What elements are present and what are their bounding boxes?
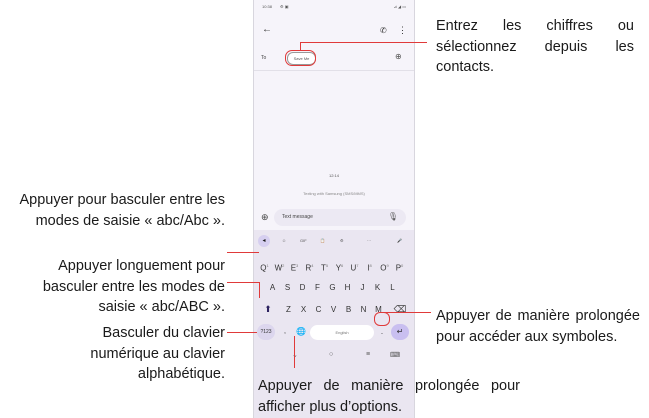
date-label: 12:14 — [328, 173, 339, 178]
mic-icon[interactable]: 🎙 — [388, 212, 398, 221]
annotation-shift-tap: Appuyer pour basculer entre les modes de… — [19, 192, 225, 229]
leader-top — [300, 42, 427, 43]
to-label: To — [261, 55, 267, 61]
phone-icon[interactable]: ✆ — [380, 26, 387, 35]
key-e[interactable]: E3 — [287, 258, 302, 273]
key-d[interactable]: D — [295, 280, 310, 295]
key-y[interactable]: Y6 — [332, 258, 347, 273]
key-row-2: A S D F G H J K L — [257, 280, 411, 297]
key-l[interactable]: L — [385, 280, 400, 295]
key-z[interactable]: Z — [281, 302, 296, 317]
key-i[interactable]: I8 — [362, 258, 377, 273]
leader-left-2-vertical — [259, 282, 260, 298]
phone-screen: 10:38 ⚙ ▣ ⊿ ◢ ▭ ← ✆ ⋮ To Save Me ⊕ 12:14… — [253, 0, 415, 418]
more-tools-icon[interactable]: ··· — [367, 238, 371, 243]
compose-field[interactable]: Text message 🎙 — [274, 209, 406, 226]
period-key[interactable]: . — [377, 324, 387, 339]
annotation-period-key: Appuyer de manière prolongée pour accéde… — [436, 308, 640, 345]
key-t[interactable]: T5 — [317, 258, 332, 273]
key-q[interactable]: Q1 — [257, 258, 272, 273]
clipboard-icon[interactable]: 📋 — [320, 238, 325, 243]
key-o[interactable]: O9 — [377, 258, 392, 273]
key-a[interactable]: A — [265, 280, 280, 295]
status-battery-icon: ⊿ ◢ ▭ — [393, 4, 406, 9]
add-attachment-icon[interactable]: ⊕ — [261, 212, 269, 223]
add-contact-icon[interactable]: ⊕ — [395, 52, 402, 61]
key-u[interactable]: U7 — [347, 258, 362, 273]
key-w[interactable]: W2 — [272, 258, 287, 273]
key-h[interactable]: H — [340, 280, 355, 295]
nav-home-icon[interactable]: ○ — [329, 351, 333, 358]
key-c[interactable]: C — [311, 302, 326, 317]
keyboard-collapse-icon[interactable]: ◂ — [258, 235, 270, 247]
key-g[interactable]: G — [325, 280, 340, 295]
annotation-recipient: Entrez les chiffres ou sélectionnez depu… — [436, 18, 634, 75]
more-options-icon[interactable]: ⋮ — [398, 25, 407, 36]
key-p[interactable]: P0 — [392, 258, 407, 273]
period-highlight — [374, 312, 390, 326]
leader-right — [381, 312, 431, 313]
sending-info: Texting with Samsung (SMS/MMS) — [303, 191, 365, 196]
symbols-key[interactable]: ?123 — [257, 324, 275, 340]
leader-left-1 — [227, 252, 259, 253]
key-n[interactable]: N — [356, 302, 371, 317]
leader-top-vertical — [300, 42, 301, 51]
key-b[interactable]: B — [341, 302, 356, 317]
annotation-symbols-key: Basculer du clavier numérique au clavier… — [90, 325, 225, 382]
gif-icon[interactable]: GIF — [300, 238, 307, 243]
comma-key[interactable]: , — [280, 324, 290, 339]
compose-placeholder: Text message — [282, 214, 313, 220]
key-j[interactable]: J — [355, 280, 370, 295]
annotation-comma-key: Appuyer de manière prolongée pour affich… — [258, 378, 520, 415]
key-f[interactable]: F — [310, 280, 325, 295]
settings-icon[interactable]: ⚙ — [340, 238, 344, 243]
leader-left-2 — [227, 282, 259, 283]
shift-key[interactable]: ⬆ — [259, 302, 277, 317]
space-bar[interactable]: English — [310, 325, 374, 340]
globe-icon[interactable]: 🌐 — [295, 324, 307, 339]
status-time: 10:38 — [262, 4, 273, 9]
emoji-icon[interactable]: ☺ — [282, 238, 286, 243]
keyboard-switch-icon[interactable]: ⌨ — [390, 351, 400, 359]
recipient-highlight — [285, 50, 316, 66]
nav-recents-icon[interactable]: ≡ — [366, 351, 370, 358]
status-icons: ⚙ ▣ — [280, 4, 289, 9]
annotation-shift-longpress: Appuyer longuement pour basculer entre l… — [42, 258, 225, 315]
key-x[interactable]: X — [296, 302, 311, 317]
backspace-icon[interactable]: ⌫ — [391, 302, 409, 317]
leader-left-3 — [227, 332, 257, 333]
key-row-1: Q1 W2 E3 R4 T5 Y6 U7 I8 O9 P0 — [257, 258, 411, 275]
back-arrow-icon[interactable]: ← — [262, 24, 272, 35]
leader-bottom — [294, 336, 295, 368]
divider — [254, 70, 414, 71]
voice-input-icon[interactable]: 🎤 — [397, 238, 402, 243]
key-k[interactable]: K — [370, 280, 385, 295]
key-s[interactable]: S — [280, 280, 295, 295]
key-r[interactable]: R4 — [302, 258, 317, 273]
enter-icon[interactable]: ↵ — [391, 324, 409, 340]
key-v[interactable]: V — [326, 302, 341, 317]
